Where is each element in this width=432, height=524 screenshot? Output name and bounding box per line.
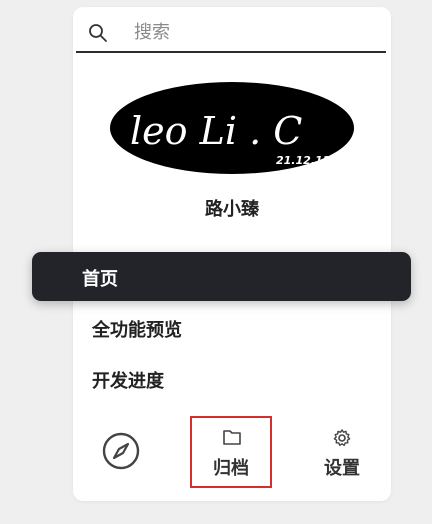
nav-item-label: 首页 (82, 269, 118, 290)
logo-text: leo Li . C (130, 109, 302, 153)
nav-item-feature-preview[interactable]: 全功能预览 (92, 316, 182, 342)
folder-icon (223, 430, 241, 445)
search-input[interactable] (134, 19, 374, 45)
nav-item-home[interactable]: 首页 (32, 252, 411, 301)
compass-icon[interactable] (101, 431, 141, 471)
settings-label: 设置 (324, 458, 360, 479)
profile-name: 路小臻 (205, 199, 259, 220)
search-icon[interactable] (88, 23, 108, 43)
nav-item-dev-progress[interactable]: 开发进度 (92, 367, 164, 393)
gear-icon (333, 429, 351, 446)
logo-date: 21.12.13 (276, 154, 331, 167)
settings-button[interactable]: 设置 (312, 426, 372, 482)
search-bar (76, 13, 386, 53)
archive-button[interactable]: 归档 (190, 416, 272, 488)
profile-logo: leo Li . C 21.12.13 (110, 82, 354, 174)
archive-label: 归档 (213, 458, 249, 479)
